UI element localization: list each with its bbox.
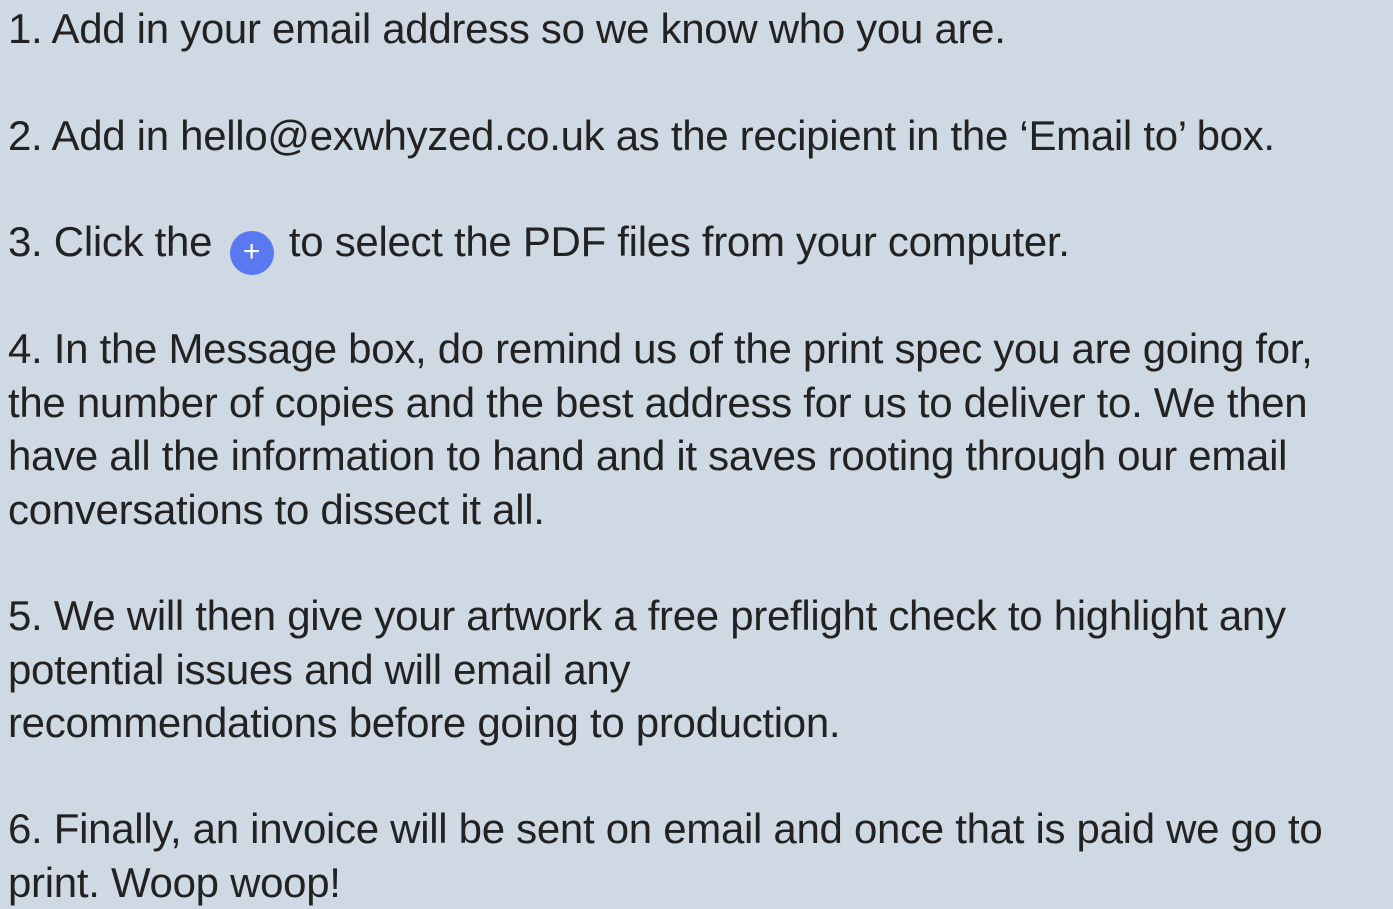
step-3: 3. Click the + to select the PDF files f… [8,215,1070,275]
step-5-line-2: potential issues and will email any [8,643,1286,697]
step-4-line-4: conversations to dissect it all. [8,483,1313,537]
step-3-text-before-icon: 3. Click the [8,218,212,265]
step-5: 5. We will then give your artwork a free… [8,589,1286,750]
step-2-line-1: 2. Add in hello@exwhyzed.co.uk as the re… [8,109,1275,163]
plus-icon: + [230,231,274,275]
step-6: 6. Finally, an invoice will be sent on e… [8,802,1323,909]
step-1-line-1: 1. Add in your email address so we know … [8,2,1006,56]
step-5-line-1: 5. We will then give your artwork a free… [8,589,1286,643]
step-6-line-1: 6. Finally, an invoice will be sent on e… [8,802,1323,856]
step-3-text-after-icon: to select the PDF files from your comput… [289,218,1070,265]
step-4-line-1: 4. In the Message box, do remind us of t… [8,322,1313,376]
step-4: 4. In the Message box, do remind us of t… [8,322,1313,536]
step-1: 1. Add in your email address so we know … [8,2,1006,56]
step-6-line-2: print. Woop woop! [8,856,1323,909]
step-4-line-3: have all the information to hand and it … [8,429,1313,483]
instruction-steps: 1. Add in your email address so we know … [0,0,1393,905]
step-4-line-2: the number of copies and the best addres… [8,376,1313,430]
step-2: 2. Add in hello@exwhyzed.co.uk as the re… [8,109,1275,163]
step-5-line-3: recommendations before going to producti… [8,696,1286,750]
